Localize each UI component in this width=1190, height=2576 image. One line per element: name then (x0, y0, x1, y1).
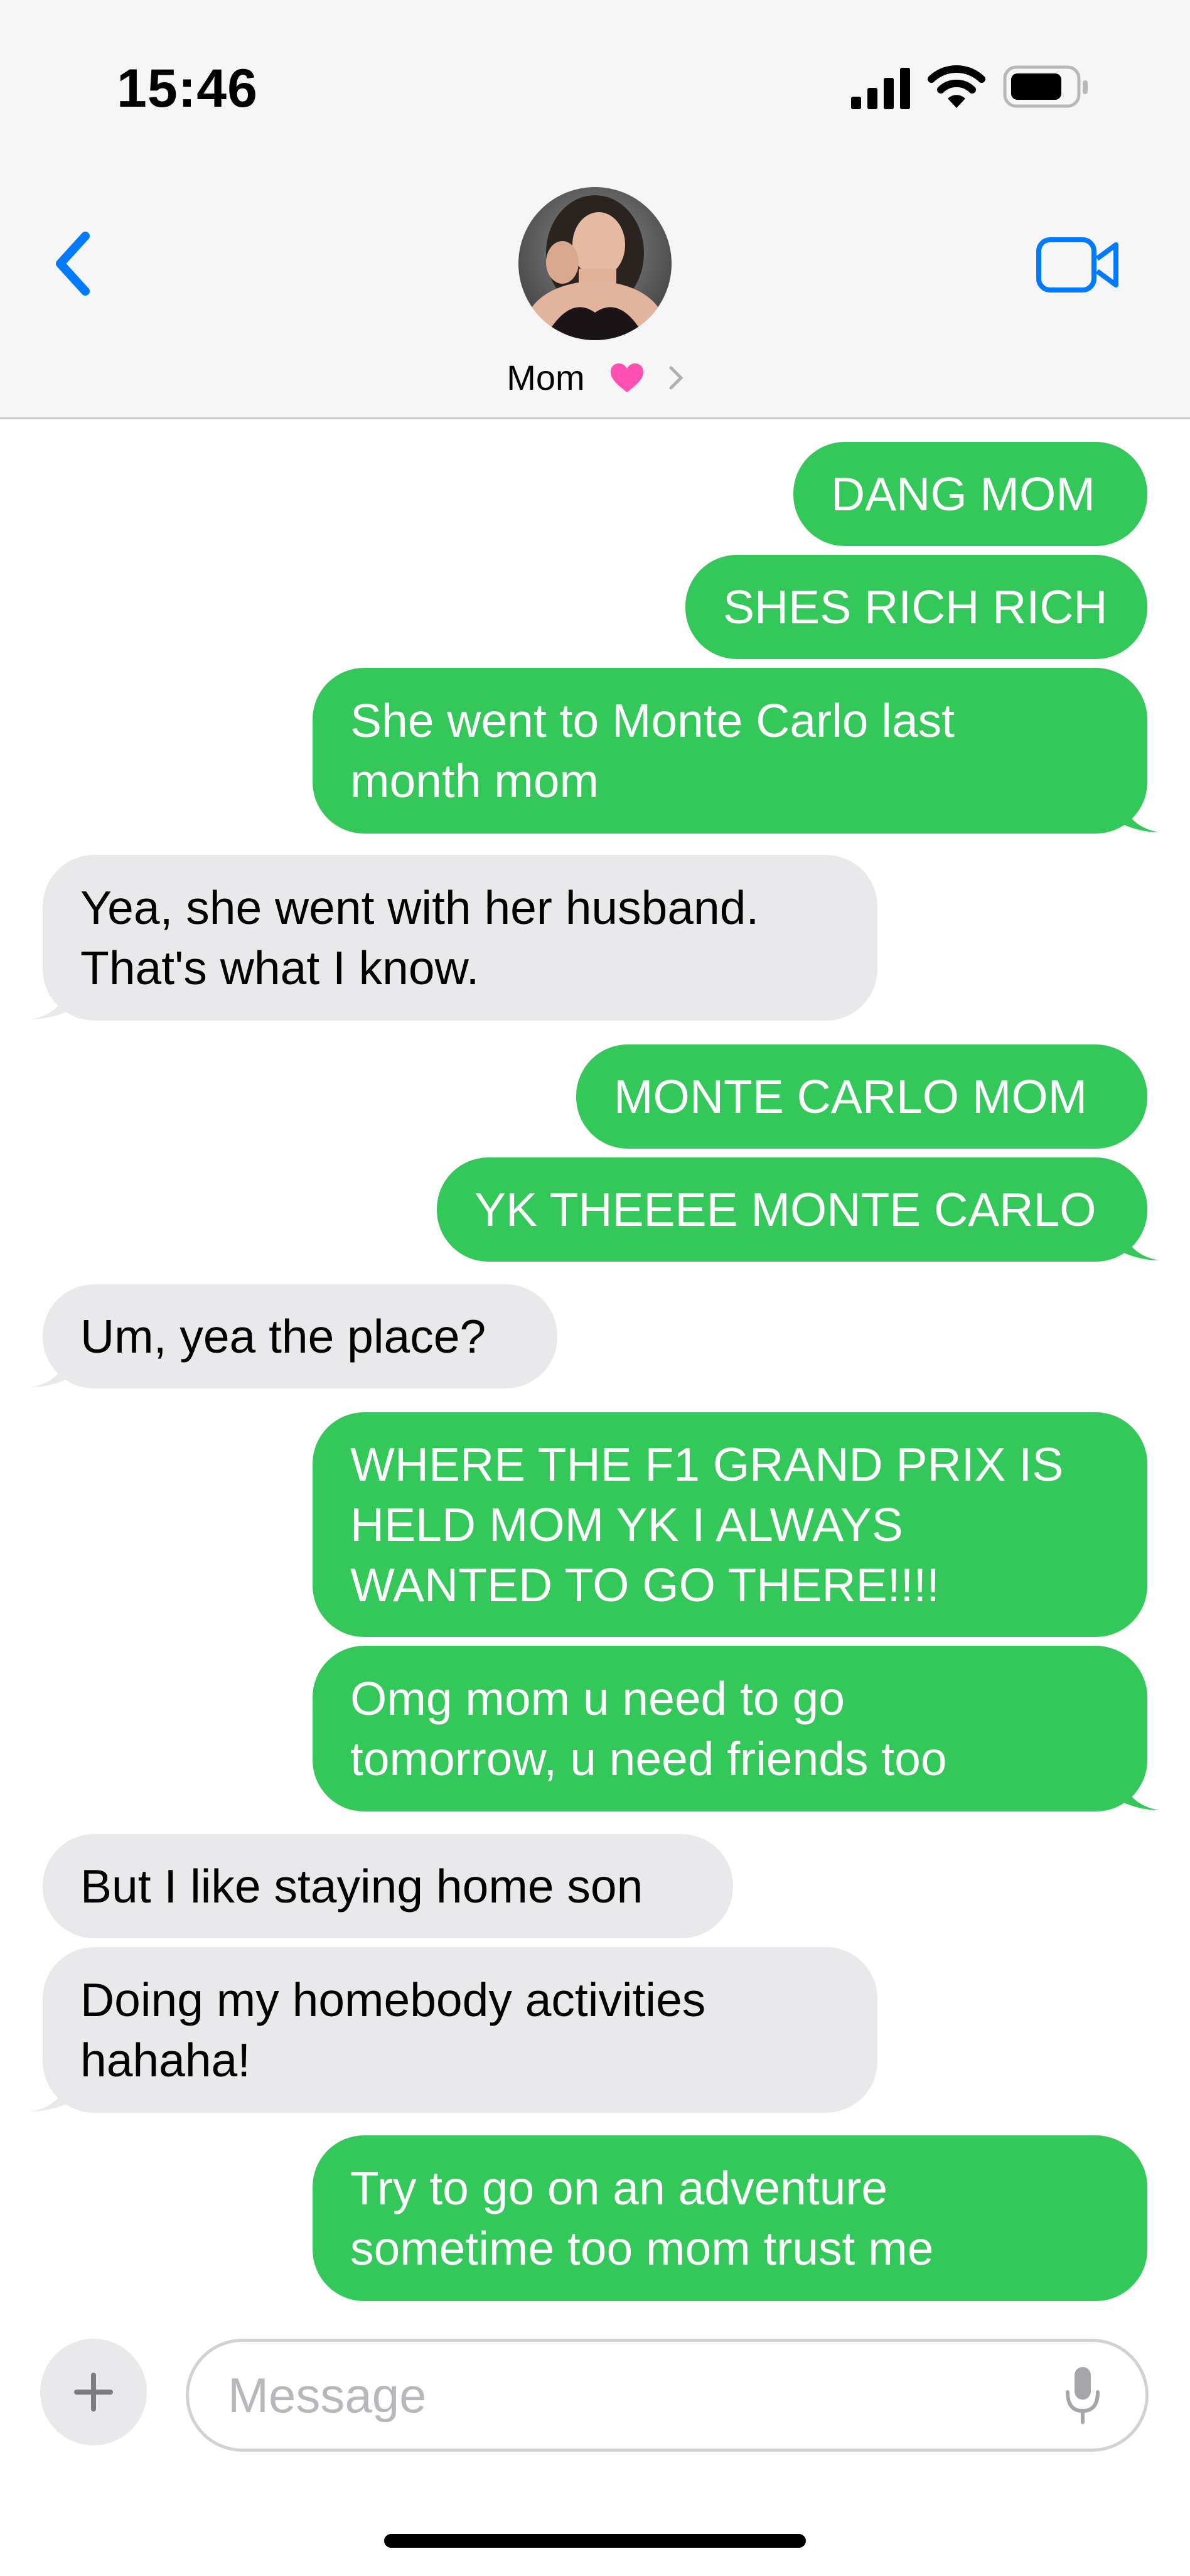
message-text: She went to Monte Carlo last (350, 694, 955, 747)
plus-icon (74, 2373, 113, 2412)
message-text: WANTED TO GO THERE!!!! (350, 1559, 940, 1611)
message-text: Yea, she went with her husband. (80, 881, 759, 934)
signal-icon (851, 68, 910, 109)
contact-name-row[interactable]: Mom (0, 353, 1190, 400)
message-text: HELD MOM YK I ALWAYS (350, 1498, 903, 1551)
contact-avatar[interactable] (518, 187, 672, 340)
message-text: MONTE CARLO MOM (614, 1070, 1088, 1123)
avatar-photo (518, 187, 672, 340)
message-bubble-outgoing[interactable]: DANG MOM (793, 442, 1147, 546)
message-bubble-incoming[interactable]: But I like staying home son (43, 1834, 733, 1938)
message-bubble-outgoing[interactable]: Try to go on an adventure sometime too m… (313, 2135, 1147, 2301)
wifi-icon (928, 65, 985, 108)
message-bubble-outgoing[interactable]: WHERE THE F1 GRAND PRIX IS HELD MOM YK I… (313, 1412, 1147, 1637)
message-bubble-incoming[interactable]: Yea, she went with her husband. That's w… (43, 855, 877, 1021)
video-camera-icon[interactable] (1036, 235, 1121, 295)
message-text: SHES RICH RICH (723, 581, 1108, 633)
bubble-tail (1121, 796, 1160, 832)
message-bubble-outgoing[interactable]: She went to Monte Carlo last month mom (313, 668, 1147, 834)
chevron-right-icon (669, 366, 683, 390)
message-text: YK THEEEE MONTE CARLO (474, 1183, 1096, 1236)
message-bubble-outgoing[interactable]: MONTE CARLO MOM (576, 1044, 1147, 1149)
message-text: But I like staying home son (80, 1860, 643, 1913)
microphone-icon[interactable] (1064, 2364, 1102, 2426)
bubble-tail (1121, 1774, 1160, 1810)
message-bubble-incoming[interactable]: Doing my homebody activities hahaha! (43, 1947, 877, 2113)
message-text: tomorrow, u need friends too (350, 1732, 947, 1785)
message-text: Omg mom u need to go (350, 1672, 845, 1725)
message-text: WHERE THE F1 GRAND PRIX IS (350, 1438, 1064, 1491)
status-time: 15:46 (117, 58, 258, 119)
battery-icon (1003, 65, 1088, 108)
message-text: Doing my homebody activities (80, 1973, 706, 2026)
bubble-tail (30, 983, 69, 1019)
message-placeholder: Message (228, 2368, 427, 2423)
message-bubble-outgoing[interactable]: YK THEEEE MONTE CARLO (437, 1157, 1147, 1262)
message-text: DANG MOM (831, 468, 1095, 520)
message-text: month mom (350, 754, 599, 807)
contact-name[interactable]: Mom (507, 355, 584, 400)
bubble-tail (30, 1351, 69, 1387)
message-input[interactable]: Message (186, 2339, 1149, 2452)
message-text: Try to go on an adventure (350, 2162, 888, 2214)
message-bubble-outgoing[interactable]: SHES RICH RICH (685, 555, 1147, 659)
heart-icon (611, 363, 644, 393)
message-text: hahaha! (80, 2034, 251, 2086)
message-text: sometime too mom trust me (350, 2222, 934, 2275)
message-text: Um, yea the place? (80, 1310, 486, 1363)
message-bubble-incoming[interactable]: Um, yea the place? (43, 1284, 557, 1388)
bubble-tail (30, 2075, 69, 2112)
apps-plus-button[interactable] (40, 2339, 147, 2445)
back-chevron-icon[interactable] (45, 226, 102, 301)
message-text: That's what I know. (80, 942, 480, 994)
home-indicator (384, 2534, 806, 2548)
conversation-header: 15:46 Mom (0, 0, 1190, 419)
bubble-tail (1121, 1224, 1160, 1260)
message-bubble-outgoing[interactable]: Omg mom u need to go tomorrow, u need fr… (313, 1646, 1147, 1811)
